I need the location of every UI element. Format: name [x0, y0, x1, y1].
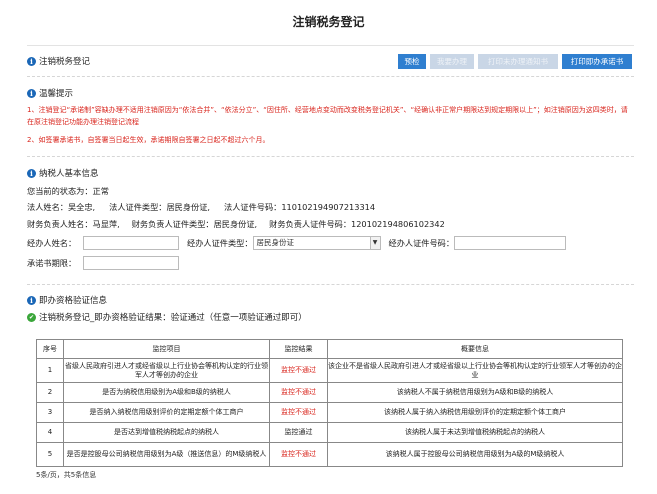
legal-id-no: 110102194907213314	[281, 202, 376, 212]
legal-id-type-label: 法人证件类型：	[109, 202, 167, 212]
promise-label: 承诺书期限：	[27, 258, 77, 268]
status-label: 您当前的状态为：	[27, 186, 93, 196]
notice-divider	[27, 156, 634, 157]
fin-id-type: 居民身份证,	[213, 219, 258, 229]
info-icon: i	[27, 88, 36, 98]
th-info: 概要信息	[327, 339, 623, 359]
notice-header: i 温馨提示	[27, 87, 73, 99]
legal-name-label: 法人姓名：	[27, 202, 68, 212]
agent-id-type-select[interactable]: 居民身份证 ▼	[252, 236, 381, 250]
pagination-info: 5条/页，共5条信息	[36, 471, 97, 479]
print-immediate-button[interactable]: 打印即办承诺书	[562, 54, 632, 69]
status-value: 正常	[92, 186, 109, 196]
table-row: 4 是否达到增值税纳税起点的纳税人 监控通过 该纳税人属于未达到增值税纳税起点的…	[36, 422, 623, 443]
promise-input[interactable]	[83, 256, 179, 270]
chevron-down-icon[interactable]: ▼	[369, 237, 380, 249]
cell-item: 是否纳入纳税信用级别评价的定期定额个体工商户	[63, 402, 270, 423]
cell-result: 监控不通过	[269, 402, 328, 423]
cell-info: 该纳税人属于纳入纳税信用级别评价的定期定额个体工商户	[327, 402, 623, 423]
handle-button[interactable]: 我要办理	[430, 54, 474, 69]
table-row: 2 是否为纳税信用级别为A级和B级的纳税人 监控不通过 该纳税人不属于纳税信用级…	[36, 382, 623, 403]
th-no: 序号	[36, 339, 64, 359]
table-row: 1 省级人民政府引进人才或经省级以上行业协会等机构认定的行业领军人才等创办的企业…	[36, 358, 623, 383]
cell-no: 5	[36, 442, 64, 467]
cell-item: 是否是控股母公司纳税信用级别为A级（推送信息）的M级纳税人	[63, 442, 270, 467]
cell-result: 监控不通过	[269, 382, 328, 403]
agent-id-no-input[interactable]	[454, 236, 567, 250]
cell-item: 省级人民政府引进人才或经省级以上行业协会等机构认定的行业领军人才等创办的企业	[63, 358, 270, 383]
promise-row: 承诺书期限：	[27, 256, 179, 270]
info-icon: i	[27, 56, 36, 66]
cell-info: 该纳税人属于控股母公司纳税信用级别为A级的M级纳税人	[327, 442, 623, 467]
toolbar-divider	[27, 76, 634, 77]
taxpayer-divider	[27, 284, 634, 285]
fin-id-no: 120102194806102342	[351, 219, 445, 229]
print-no-handle-button[interactable]: 打印未办理通知书	[478, 54, 558, 69]
cell-info: 该纳税人属于未达到增值税纳税起点的纳税人	[327, 422, 623, 443]
cell-result: 监控不通过	[269, 442, 328, 467]
finance-row: 财务负责人姓名： 马显萍, 财务负责人证件类型： 居民身份证, 财务负责人证件号…	[27, 218, 445, 230]
agent-id-type-value: 居民身份证	[256, 238, 295, 247]
page-title: 注销税务登记	[292, 15, 365, 29]
legal-id-type: 居民身份证,	[166, 202, 210, 212]
agent-id-type-label: 经办人证件类型：	[187, 238, 253, 248]
cell-info: 该企业不是省级人民政府引进人才或经省级以上行业协会等机构认定的行业领军人才等创办…	[327, 358, 623, 383]
monitor-table: 序号 监控项目 监控结果 概要信息 1 省级人民政府引进人才或经省级以上行业协会…	[36, 339, 623, 467]
section-main-header: i 注销税务登记	[27, 55, 90, 67]
legal-id-no-label: 法人证件号码：	[224, 202, 282, 212]
agent-name-label: 经办人姓名：	[27, 238, 77, 248]
agent-id-no-label: 经办人证件号码：	[388, 238, 455, 248]
cell-result: 监控通过	[269, 422, 328, 443]
taxpayer-title: 纳税人基本信息	[39, 169, 99, 179]
table-row: 5 是否是控股母公司纳税信用级别为A级（推送信息）的M级纳税人 监控不通过 该纳…	[36, 442, 623, 467]
notice-line-1: 1、注销登记“承诺制”容缺办理不适用注销原因为“依法合并”、“依法分立”、“因住…	[27, 106, 628, 126]
cell-no: 1	[36, 358, 64, 383]
status-row: 您当前的状态为： 正常	[27, 185, 109, 197]
section-main-title: 注销税务登记	[39, 57, 91, 67]
agent-name-input[interactable]	[83, 236, 179, 250]
title-divider	[27, 45, 634, 46]
precheck-button[interactable]: 预检	[398, 54, 426, 69]
table-header-row: 序号 监控项目 监控结果 概要信息	[36, 339, 623, 359]
cell-no: 4	[36, 422, 64, 443]
legal-name: 吴全忠,	[67, 202, 96, 212]
notice-line-2: 2、如签署承诺书，自签署当日起生效，承诺期限自签署之日起不超过六个月。	[27, 136, 270, 144]
qualification-header: i 即办资格验证信息	[27, 294, 107, 306]
th-item: 监控项目	[63, 339, 270, 359]
cell-result: 监控不通过	[269, 358, 328, 383]
qualification-result-text: 注销税务登记_即办资格验证结果：验证通过（任意一项验证通过即可）	[39, 313, 307, 323]
info-icon: i	[27, 295, 36, 305]
table-row: 3 是否纳入纳税信用级别评价的定期定额个体工商户 监控不通过 该纳税人属于纳入纳…	[36, 402, 623, 423]
cell-no: 3	[36, 402, 64, 423]
check-icon: ✔	[27, 312, 36, 322]
taxpayer-header: i 纳税人基本信息	[27, 167, 99, 179]
cell-no: 2	[36, 382, 64, 403]
fin-id-no-label: 财务负责人证件号码：	[269, 219, 352, 229]
agent-row: 经办人姓名： 经办人证件类型： 居民身份证 ▼ 经办人证件号码：	[27, 236, 567, 250]
qualification-result: ✔ 注销税务登记_即办资格验证结果：验证通过（任意一项验证通过即可）	[27, 311, 307, 323]
th-result: 监控结果	[269, 339, 328, 359]
cell-info: 该纳税人不属于纳税信用级别为A级和B级的纳税人	[327, 382, 623, 403]
legal-row: 法人姓名： 吴全忠, 法人证件类型： 居民身份证, 法人证件号码： 110102…	[27, 201, 375, 213]
notice-title: 温馨提示	[39, 89, 74, 99]
fin-name-label: 财务负责人姓名：	[27, 219, 93, 229]
cell-item: 是否为纳税信用级别为A级和B级的纳税人	[63, 382, 270, 403]
info-icon: i	[27, 168, 36, 178]
fin-id-type-label: 财务负责人证件类型：	[131, 219, 214, 229]
qualification-title: 即办资格验证信息	[39, 296, 108, 306]
cell-item: 是否达到增值税纳税起点的纳税人	[63, 422, 270, 443]
fin-name: 马显萍,	[92, 219, 120, 229]
